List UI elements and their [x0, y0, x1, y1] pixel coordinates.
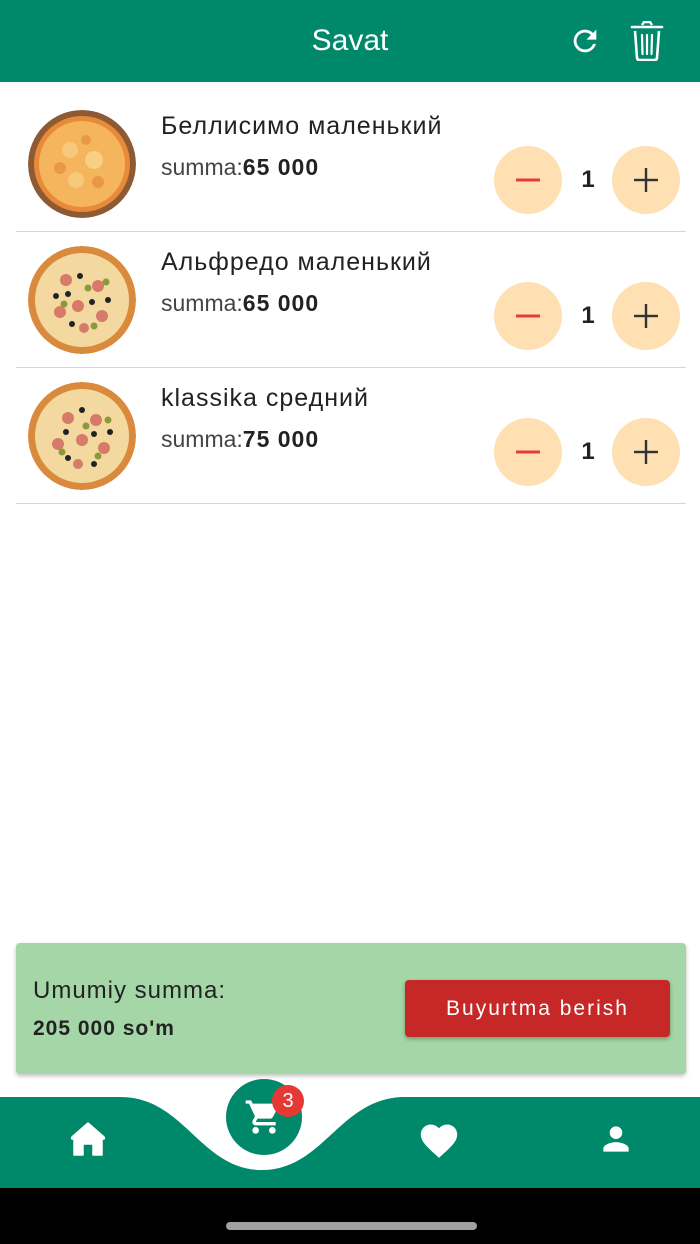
refresh-icon	[573, 29, 597, 53]
app-bar: Savat	[0, 0, 700, 82]
refresh-button[interactable]	[563, 19, 607, 63]
price-label: summa:	[161, 426, 243, 452]
cart-item: klassika средний summa:75 000 1	[16, 368, 686, 504]
item-name: klassika средний	[161, 384, 369, 412]
total-amount: 205 000 so'm	[33, 1017, 175, 1040]
trash-icon	[630, 21, 664, 61]
increase-quantity-button[interactable]	[612, 146, 680, 214]
increase-quantity-button[interactable]	[612, 282, 680, 350]
item-price: summa:65 000	[161, 154, 319, 181]
minus-icon	[516, 314, 540, 318]
place-order-button[interactable]: Buyurtma berish	[405, 980, 670, 1037]
cart-item: Альфредо маленький summa:65 000 1	[16, 232, 686, 368]
pizza-image	[28, 382, 136, 490]
quantity-value: 1	[581, 302, 595, 329]
decrease-quantity-button[interactable]	[494, 146, 562, 214]
item-name: Беллисимо маленький	[161, 112, 443, 140]
heart-icon	[420, 1124, 458, 1158]
minus-icon	[516, 178, 540, 182]
price-label: summa:	[161, 154, 243, 180]
person-icon	[603, 1126, 629, 1152]
nav-home-button[interactable]	[60, 1116, 116, 1162]
price-value: 65 000	[242, 154, 320, 180]
home-indicator[interactable]	[226, 1222, 477, 1230]
quantity-value: 1	[581, 166, 595, 193]
total-label: Umumiy summa:	[33, 977, 227, 1004]
quantity-value: 1	[581, 438, 595, 465]
minus-icon	[516, 450, 540, 454]
plus-icon	[634, 168, 658, 192]
cart-item: Беллисимо маленький summa:65 000 1	[16, 96, 686, 232]
item-name: Альфредо маленький	[161, 248, 432, 276]
plus-icon	[634, 440, 658, 464]
price-value: 65 000	[242, 290, 320, 316]
item-price: summa:75 000	[161, 426, 319, 453]
system-navigation-bar	[0, 1188, 700, 1244]
decrease-quantity-button[interactable]	[494, 282, 562, 350]
clear-cart-button[interactable]	[625, 19, 669, 63]
order-summary: Umumiy summa: 205 000 so'm Buyurtma beri…	[16, 943, 686, 1074]
nav-profile-button[interactable]	[588, 1116, 644, 1162]
nav-favorites-button[interactable]	[410, 1116, 468, 1162]
cart-list: Беллисимо маленький summa:65 000 1 Альфр…	[0, 96, 700, 504]
home-icon	[70, 1122, 106, 1156]
price-label: summa:	[161, 290, 243, 316]
pizza-image	[28, 246, 136, 354]
item-price: summa:65 000	[161, 290, 319, 317]
decrease-quantity-button[interactable]	[494, 418, 562, 486]
cart-count-badge: 3	[272, 1085, 304, 1117]
increase-quantity-button[interactable]	[612, 418, 680, 486]
price-value: 75 000	[242, 426, 320, 452]
plus-icon	[634, 304, 658, 328]
pizza-image	[28, 110, 136, 218]
